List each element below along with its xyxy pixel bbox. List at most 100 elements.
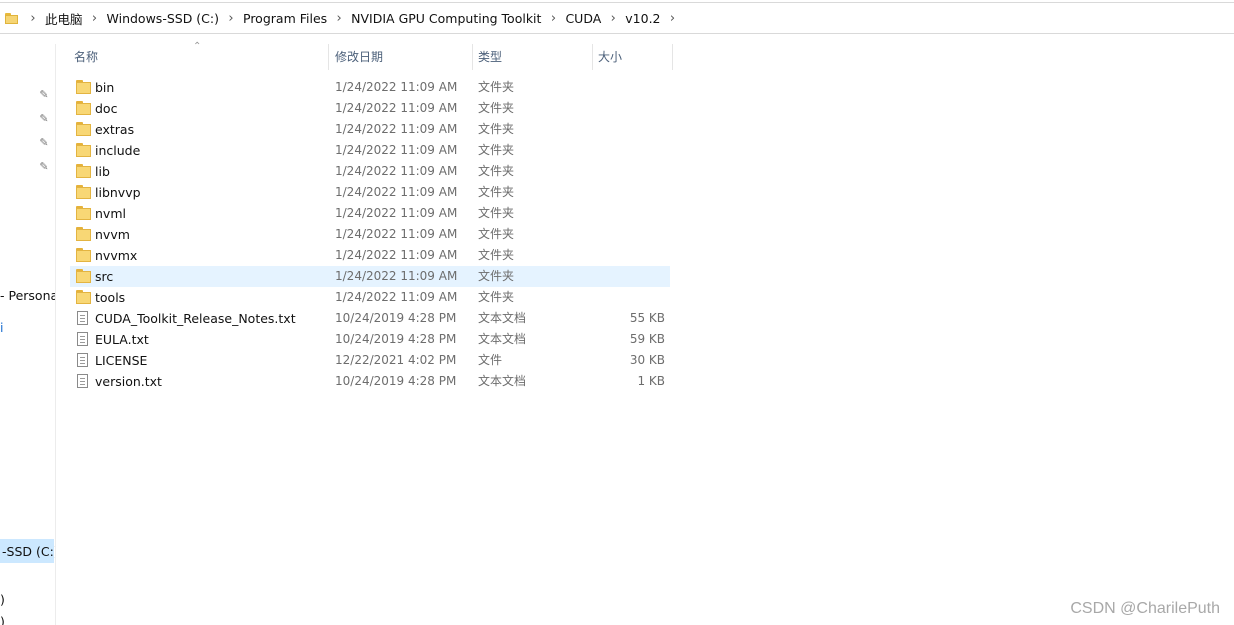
file-row[interactable]: CUDA_Toolkit_Release_Notes.txt 10/24/2019… — [70, 308, 670, 329]
folder-icon — [76, 164, 91, 178]
chevron-right-icon[interactable]: › — [84, 11, 106, 26]
file-size: 59 KB — [629, 332, 665, 346]
file-type: 文件夹 — [478, 143, 515, 157]
file-row[interactable]: tools 1/24/2022 11:09 AM 文件夹 — [70, 287, 670, 308]
file-date: 1/24/2022 11:09 AM — [335, 122, 458, 136]
file-type: 文件夹 — [478, 290, 515, 304]
file-date: 10/24/2019 4:28 PM — [335, 332, 457, 346]
file-name: lib — [95, 164, 110, 179]
file-type: 文件夹 — [478, 80, 515, 94]
file-row[interactable]: doc 1/24/2022 11:09 AM 文件夹 — [70, 98, 670, 119]
file-type: 文件夹 — [478, 164, 515, 178]
text-file-icon — [77, 374, 88, 388]
file-row[interactable]: src 1/24/2022 11:09 AM 文件夹 — [70, 266, 670, 287]
file-size: 30 KB — [629, 353, 665, 367]
chevron-right-icon[interactable]: › — [542, 11, 564, 26]
pin-icon[interactable]: ✎ — [39, 161, 49, 172]
text-file-icon — [77, 332, 88, 346]
file-type: 文本文档 — [478, 332, 527, 346]
folder-icon — [76, 101, 91, 115]
file-row[interactable]: version.txt 10/24/2019 4:28 PM 文本文档 1 KB — [70, 371, 670, 392]
watermark: CSDN @CharilePuth — [1070, 600, 1220, 617]
nav-item-partial[interactable]: ) — [0, 614, 5, 625]
file-name: version.txt — [95, 374, 162, 389]
file-name: extras — [95, 122, 135, 137]
file-name: EULA.txt — [95, 332, 149, 347]
column-header-name[interactable]: 名称 — [70, 44, 328, 70]
address-bar[interactable]: › 此电脑 › Windows-SSD (C:) › Program Files… — [0, 2, 1234, 34]
column-header-type[interactable]: 类型 — [474, 44, 592, 70]
file-name: tools — [95, 290, 126, 305]
breadcrumb-item[interactable]: 此电脑 — [44, 9, 84, 28]
chevron-right-icon[interactable]: › — [22, 11, 44, 26]
text-file-icon — [77, 311, 88, 325]
breadcrumb-item[interactable]: NVIDIA GPU Computing Toolkit — [350, 11, 542, 26]
folder-icon — [5, 12, 18, 24]
file-row[interactable]: nvml 1/24/2022 11:09 AM 文件夹 — [70, 203, 670, 224]
file-type: 文件夹 — [478, 227, 515, 241]
folder-icon — [76, 122, 91, 136]
nav-item-drive[interactable]: -SSD (C:) — [2, 544, 55, 559]
file-name: CUDA_Toolkit_Release_Notes.txt — [95, 311, 296, 326]
file-date: 10/24/2019 4:28 PM — [335, 374, 457, 388]
nav-item-partial[interactable]: ) — [0, 592, 5, 607]
folder-icon — [76, 185, 91, 199]
breadcrumb-item[interactable]: CUDA — [564, 11, 602, 26]
text-file-icon — [77, 353, 88, 367]
folder-icon — [76, 269, 91, 283]
file-explorer-window: › 此电脑 › Windows-SSD (C:) › Program Files… — [0, 0, 1234, 625]
chevron-right-icon[interactable]: › — [602, 11, 624, 26]
folder-icon — [76, 143, 91, 157]
column-header-row: ⌃ 名称 修改日期 类型 大小 — [70, 41, 674, 70]
file-row[interactable]: nvvmx 1/24/2022 11:09 AM 文件夹 — [70, 245, 670, 266]
file-row[interactable]: lib 1/24/2022 11:09 AM 文件夹 — [70, 161, 670, 182]
folder-icon — [76, 290, 91, 304]
folder-icon — [76, 227, 91, 241]
pin-icon[interactable]: ✎ — [39, 89, 49, 100]
file-row[interactable]: extras 1/24/2022 11:09 AM 文件夹 — [70, 119, 670, 140]
file-name: libnvvp — [95, 185, 141, 200]
file-row[interactable]: nvvm 1/24/2022 11:09 AM 文件夹 — [70, 224, 670, 245]
file-type: 文本文档 — [478, 311, 527, 325]
file-row[interactable]: include 1/24/2022 11:09 AM 文件夹 — [70, 140, 670, 161]
file-type: 文件夹 — [478, 101, 515, 115]
file-row[interactable]: libnvvp 1/24/2022 11:09 AM 文件夹 — [70, 182, 670, 203]
chevron-right-icon[interactable]: › — [328, 11, 350, 26]
column-divider[interactable] — [472, 44, 473, 70]
file-name: doc — [95, 101, 118, 116]
pin-icon[interactable]: ✎ — [39, 137, 49, 148]
file-type: 文件夹 — [478, 185, 515, 199]
column-header-size[interactable]: 大小 — [594, 44, 672, 70]
nav-item-personal[interactable]: - Persona — [0, 288, 55, 303]
file-date: 1/24/2022 11:09 AM — [335, 185, 458, 199]
file-date: 12/22/2021 4:02 PM — [335, 353, 457, 367]
file-size: 1 KB — [637, 374, 665, 388]
nav-item-partial[interactable]: i — [0, 320, 3, 335]
pin-icon[interactable]: ✎ — [39, 113, 49, 124]
file-name: include — [95, 143, 141, 158]
file-row[interactable]: EULA.txt 10/24/2019 4:28 PM 文本文档 59 KB — [70, 329, 670, 350]
breadcrumb-item[interactable]: v10.2 — [624, 11, 661, 26]
breadcrumb-item[interactable]: Program Files — [242, 11, 328, 26]
column-divider[interactable] — [328, 44, 329, 70]
navigation-pane[interactable]: ✎ ✎ ✎ ✎ - Persona i -SSD (C:) ) ) — [0, 44, 56, 625]
column-divider[interactable] — [592, 44, 593, 70]
file-date: 1/24/2022 11:09 AM — [335, 101, 458, 115]
column-divider[interactable] — [672, 44, 673, 70]
file-row[interactable]: LICENSE 12/22/2021 4:02 PM 文件 30 KB — [70, 350, 670, 371]
file-date: 1/24/2022 11:09 AM — [335, 80, 458, 94]
breadcrumb-item[interactable]: Windows-SSD (C:) — [106, 11, 220, 26]
file-type: 文件 — [478, 353, 503, 367]
column-header-date[interactable]: 修改日期 — [331, 44, 473, 70]
breadcrumb: › 此电脑 › Windows-SSD (C:) › Program Files… — [22, 9, 684, 28]
file-list: bin 1/24/2022 11:09 AM 文件夹 doc 1/24/2022 11:… — [70, 77, 670, 392]
file-type: 文件夹 — [478, 122, 515, 136]
file-name: bin — [95, 80, 115, 95]
file-row[interactable]: bin 1/24/2022 11:09 AM 文件夹 — [70, 77, 670, 98]
file-size: 55 KB — [629, 311, 665, 325]
folder-icon — [76, 206, 91, 220]
chevron-right-icon[interactable]: › — [662, 11, 684, 26]
chevron-right-icon[interactable]: › — [220, 11, 242, 26]
file-date: 1/24/2022 11:09 AM — [335, 143, 458, 157]
file-name: nvvm — [95, 227, 130, 242]
